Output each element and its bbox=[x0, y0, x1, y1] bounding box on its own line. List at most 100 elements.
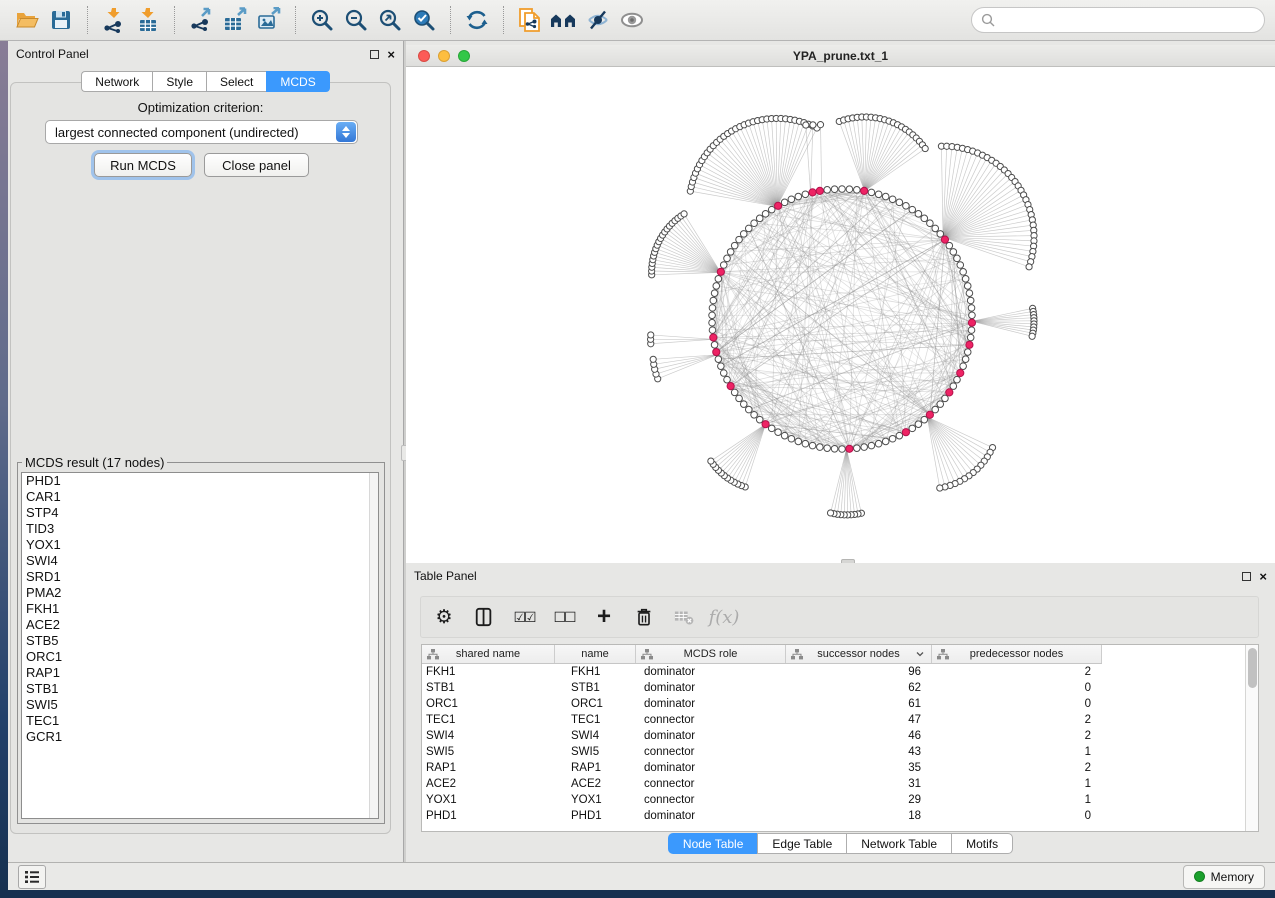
zoom-in-icon[interactable] bbox=[305, 5, 339, 35]
mcds-result-item[interactable]: PHD1 bbox=[22, 473, 378, 489]
table-cell[interactable]: 2 bbox=[932, 714, 1102, 726]
table-cell[interactable]: TEC1 bbox=[422, 714, 555, 726]
column-header-predecessor-nodes[interactable]: predecessor nodes bbox=[932, 645, 1102, 663]
table-cell[interactable]: TEC1 bbox=[555, 714, 636, 726]
table-cell[interactable]: 61 bbox=[786, 698, 932, 710]
tab-style[interactable]: Style bbox=[152, 71, 206, 92]
deselect-all-columns-icon[interactable]: ☐☐ bbox=[551, 604, 577, 630]
add-column-icon[interactable]: + bbox=[591, 604, 617, 630]
clone-network-icon[interactable] bbox=[513, 5, 547, 35]
mcds-result-item[interactable]: ORC1 bbox=[22, 649, 378, 665]
import-table-icon[interactable] bbox=[131, 5, 165, 35]
tab-network-table[interactable]: Network Table bbox=[846, 833, 951, 854]
table-cell[interactable]: 2 bbox=[932, 730, 1102, 742]
mcds-list-scrollbar[interactable] bbox=[369, 473, 378, 818]
zoom-fit-icon[interactable] bbox=[373, 5, 407, 35]
network-titlebar[interactable]: YPA_prune.txt_1 bbox=[406, 45, 1275, 67]
show-all-icon[interactable] bbox=[615, 5, 649, 35]
export-image-icon[interactable] bbox=[252, 5, 286, 35]
close-panel-button[interactable]: Close panel bbox=[204, 153, 309, 177]
table-cell[interactable]: FKH1 bbox=[555, 666, 636, 678]
mcds-result-item[interactable]: TID3 bbox=[22, 521, 378, 537]
table-scrollbar[interactable] bbox=[1245, 645, 1258, 831]
mcds-result-item[interactable]: RAP1 bbox=[22, 665, 378, 681]
table-cell[interactable]: STB1 bbox=[555, 682, 636, 694]
network-graph[interactable] bbox=[406, 67, 1275, 563]
tab-motifs[interactable]: Motifs bbox=[951, 833, 1013, 854]
table-cell[interactable]: SWI5 bbox=[422, 746, 555, 758]
mcds-result-item[interactable]: PMA2 bbox=[22, 585, 378, 601]
mcds-result-item[interactable]: SWI5 bbox=[22, 697, 378, 713]
tab-network[interactable]: Network bbox=[81, 71, 152, 92]
table-cell[interactable]: SWI4 bbox=[555, 730, 636, 742]
table-row[interactable]: YOX1YOX1connector291 bbox=[422, 792, 1258, 808]
select-all-columns-icon[interactable]: ☑☑ bbox=[511, 604, 537, 630]
column-header-shared-name[interactable]: shared name bbox=[422, 645, 555, 663]
table-cell[interactable]: connector bbox=[636, 714, 786, 726]
mcds-result-item[interactable]: STB5 bbox=[22, 633, 378, 649]
mcds-result-item[interactable]: SRD1 bbox=[22, 569, 378, 585]
table-cell[interactable]: dominator bbox=[636, 762, 786, 774]
table-cell[interactable]: 1 bbox=[932, 746, 1102, 758]
table-row[interactable]: ACE2ACE2connector311 bbox=[422, 776, 1258, 792]
table-cell[interactable]: SWI5 bbox=[555, 746, 636, 758]
table-row[interactable]: SWI5SWI5connector431 bbox=[422, 744, 1258, 760]
refresh-icon[interactable] bbox=[460, 5, 494, 35]
table-cell[interactable]: 1 bbox=[932, 794, 1102, 806]
table-cell[interactable]: 43 bbox=[786, 746, 932, 758]
table-cell[interactable]: 35 bbox=[786, 762, 932, 774]
select-stepper-icon[interactable] bbox=[336, 122, 356, 142]
float-panel-icon[interactable] bbox=[1242, 572, 1251, 581]
search-field[interactable] bbox=[971, 7, 1265, 33]
table-cell[interactable]: STB1 bbox=[422, 682, 555, 694]
table-cell[interactable]: ORC1 bbox=[555, 698, 636, 710]
table-cell[interactable]: connector bbox=[636, 794, 786, 806]
run-mcds-button[interactable]: Run MCDS bbox=[94, 153, 192, 177]
table-cell[interactable]: PHD1 bbox=[422, 810, 555, 822]
table-cell[interactable]: SWI4 bbox=[422, 730, 555, 742]
tab-node-table[interactable]: Node Table bbox=[668, 833, 758, 854]
table-cell[interactable]: connector bbox=[636, 746, 786, 758]
mcds-result-list[interactable]: PHD1CAR1STP4TID3YOX1SWI4SRD1PMA2FKH1ACE2… bbox=[21, 472, 379, 819]
export-table-icon[interactable] bbox=[218, 5, 252, 35]
table-row[interactable]: SWI4SWI4dominator462 bbox=[422, 728, 1258, 744]
import-network-icon[interactable] bbox=[97, 5, 131, 35]
memory-button[interactable]: Memory bbox=[1183, 865, 1265, 889]
task-history-button[interactable] bbox=[18, 865, 46, 889]
zoom-out-icon[interactable] bbox=[339, 5, 373, 35]
settings-gear-icon[interactable]: ⚙ bbox=[431, 604, 457, 630]
table-cell[interactable]: 0 bbox=[932, 810, 1102, 822]
mcds-result-item[interactable]: STP4 bbox=[22, 505, 378, 521]
table-cell[interactable]: 0 bbox=[932, 682, 1102, 694]
first-neighbors-icon[interactable] bbox=[547, 5, 581, 35]
table-cell[interactable]: dominator bbox=[636, 666, 786, 678]
close-panel-icon[interactable]: × bbox=[1259, 572, 1267, 581]
table-cell[interactable]: dominator bbox=[636, 730, 786, 742]
mcds-result-item[interactable]: CAR1 bbox=[22, 489, 378, 505]
column-header-name[interactable]: name bbox=[555, 645, 636, 663]
table-cell[interactable]: 1 bbox=[932, 778, 1102, 790]
table-cell[interactable]: 31 bbox=[786, 778, 932, 790]
tab-mcds[interactable]: MCDS bbox=[266, 71, 329, 92]
table-cell[interactable]: 0 bbox=[932, 698, 1102, 710]
table-cell[interactable]: PHD1 bbox=[555, 810, 636, 822]
mcds-result-item[interactable]: YOX1 bbox=[22, 537, 378, 553]
table-row[interactable]: RAP1RAP1dominator352 bbox=[422, 760, 1258, 776]
table-cell[interactable]: ORC1 bbox=[422, 698, 555, 710]
close-panel-icon[interactable]: × bbox=[387, 50, 395, 59]
mcds-result-item[interactable]: TEC1 bbox=[22, 713, 378, 729]
table-cell[interactable]: 62 bbox=[786, 682, 932, 694]
table-cell[interactable]: FKH1 bbox=[422, 666, 555, 678]
network-canvas[interactable] bbox=[406, 67, 1275, 563]
export-network-icon[interactable] bbox=[184, 5, 218, 35]
mcds-result-item[interactable]: STB1 bbox=[22, 681, 378, 697]
table-cell[interactable]: dominator bbox=[636, 698, 786, 710]
table-row[interactable]: ORC1ORC1dominator610 bbox=[422, 696, 1258, 712]
table-cell[interactable]: ACE2 bbox=[555, 778, 636, 790]
tab-select[interactable]: Select bbox=[206, 71, 266, 92]
table-cell[interactable]: YOX1 bbox=[555, 794, 636, 806]
open-file-icon[interactable] bbox=[10, 5, 44, 35]
table-cell[interactable]: 29 bbox=[786, 794, 932, 806]
mcds-result-item[interactable]: ACE2 bbox=[22, 617, 378, 633]
column-header-MCDS-role[interactable]: MCDS role bbox=[636, 645, 786, 663]
